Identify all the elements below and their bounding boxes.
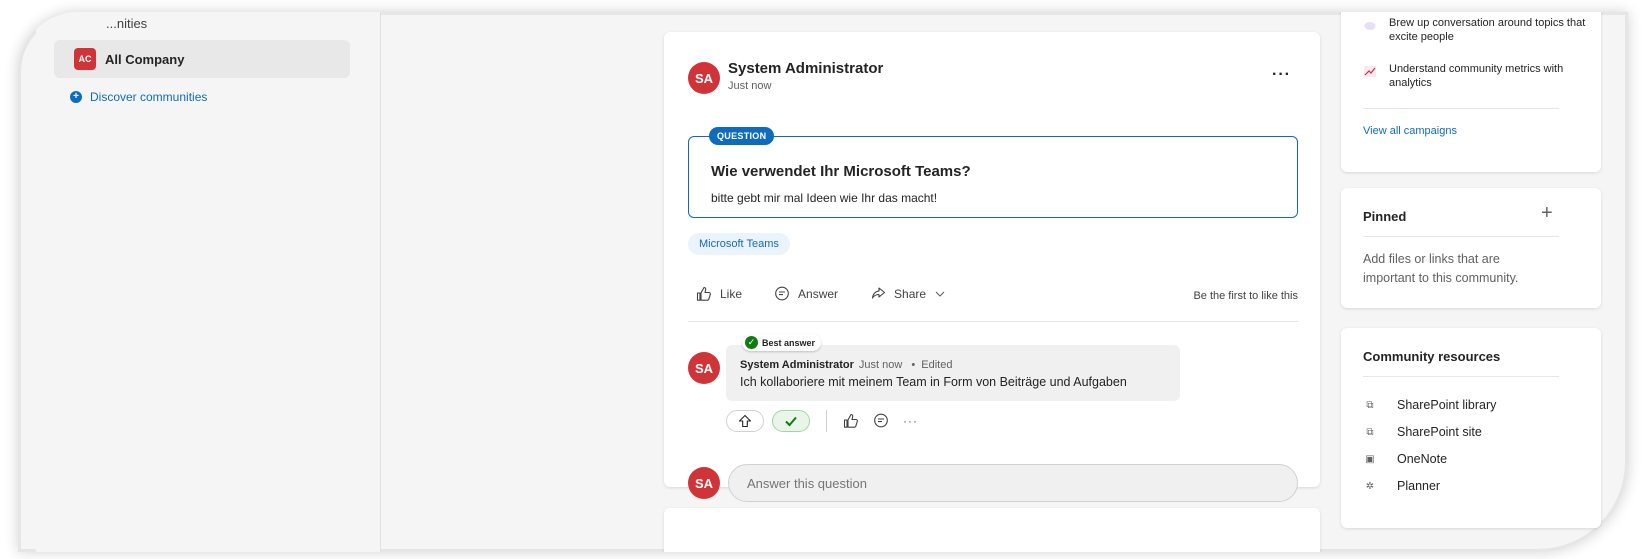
community-name: All Company	[105, 51, 185, 67]
resource-sharepoint-site[interactable]: ⧉ SharePoint site	[1363, 425, 1482, 439]
topic-tag[interactable]: Microsoft Teams	[688, 233, 790, 255]
share-label: Share	[894, 287, 927, 301]
community-avatar: AC	[74, 48, 96, 70]
answer-input[interactable]	[728, 464, 1298, 502]
community-resources-panel: Community resources ⧉ SharePoint library…	[1341, 328, 1601, 528]
app-screen: ...nities AC All Company + Discover comm…	[18, 12, 1628, 552]
like-button[interactable]: Like	[696, 286, 742, 302]
resource-label: SharePoint library	[1397, 398, 1497, 412]
resource-label: Planner	[1397, 479, 1441, 493]
reply-text: Ich kollaboriere mit meinem Team in Form…	[740, 375, 1127, 389]
reply-like-button[interactable]	[843, 413, 859, 429]
question-title: Wie verwendet Ihr Microsoft Teams?	[711, 163, 971, 180]
campaign-text: Brew up conversation around topics that …	[1389, 17, 1586, 43]
post-timestamp: Just now	[728, 80, 772, 92]
resource-onenote[interactable]: ▣ OneNote	[1363, 452, 1447, 466]
reply-meta: System Administrator Just now • Edited	[740, 359, 952, 371]
communities-heading: ...nities	[106, 16, 148, 31]
check-circle-icon: ✓	[745, 336, 758, 349]
community-item-all-company[interactable]: AC All Company	[54, 40, 350, 78]
question-post-card: SA System Administrator Just now ··· QUE…	[664, 32, 1320, 502]
divider	[1363, 236, 1559, 237]
thumbs-up-icon	[696, 286, 711, 301]
plus-circle-icon: +	[70, 91, 82, 103]
analytics-icon	[1363, 64, 1377, 78]
best-answer-label: Best answer	[762, 337, 816, 348]
resource-sharepoint-library[interactable]: ⧉ SharePoint library	[1363, 398, 1496, 412]
reply-avatar[interactable]: SA	[688, 352, 720, 384]
campaign-item: Understand community metrics with analyt…	[1363, 62, 1601, 90]
answer-button[interactable]: Answer	[774, 286, 838, 302]
app-frame: ...nities AC All Company + Discover comm…	[0, 0, 1647, 559]
resource-label: SharePoint site	[1397, 425, 1482, 439]
resources-title: Community resources	[1363, 349, 1501, 364]
more-options-icon[interactable]: ···	[1272, 66, 1291, 84]
view-all-campaigns-link[interactable]: View all campaigns	[1363, 125, 1457, 137]
divider	[688, 321, 1298, 322]
next-post-card	[664, 508, 1320, 552]
arrow-up-icon	[738, 414, 752, 428]
onenote-icon: ▣	[1365, 453, 1375, 465]
mark-best-answer-button[interactable]	[772, 410, 810, 432]
reply-comment-button[interactable]	[873, 413, 889, 429]
chevron-down-icon	[935, 291, 945, 297]
discover-communities-link[interactable]: + Discover communities	[70, 90, 207, 104]
comment-icon	[874, 413, 888, 428]
pinned-panel: Pinned + Add files or links that are imp…	[1341, 188, 1601, 308]
post-actions: Like Answer Share	[696, 286, 978, 302]
sharepoint-icon: ⧉	[1366, 426, 1374, 438]
share-button[interactable]: Share	[870, 286, 946, 302]
best-answer-badge: ✓ Best answer	[742, 334, 822, 351]
campaign-item: Brew up conversation around topics that …	[1363, 16, 1601, 44]
bubble-icon	[1363, 18, 1377, 32]
avatar[interactable]: SA	[688, 62, 720, 94]
add-pinned-button[interactable]: +	[1541, 202, 1553, 225]
reply-author[interactable]: System Administrator	[740, 359, 854, 371]
pinned-title: Pinned	[1363, 209, 1407, 224]
answer-label: Answer	[798, 287, 839, 301]
question-badge: QUESTION	[709, 127, 775, 145]
resource-label: OneNote	[1397, 452, 1448, 466]
question-box: QUESTION Wie verwendet Ihr Microsoft Tea…	[688, 127, 1298, 218]
campaigns-panel: Brew up conversation around topics that …	[1341, 12, 1601, 172]
divider	[1363, 376, 1559, 377]
meta-separator: •	[911, 359, 916, 371]
thumbs-up-icon	[843, 413, 858, 428]
share-icon	[871, 287, 886, 299]
reply-timestamp: Just now	[858, 359, 903, 371]
planner-icon: ✲	[1365, 480, 1375, 492]
upvote-button[interactable]	[726, 410, 764, 432]
comment-icon	[775, 286, 789, 301]
divider	[826, 410, 827, 432]
resource-planner[interactable]: ✲ Planner	[1363, 479, 1440, 493]
left-nav: ...nities AC All Company + Discover comm…	[36, 12, 381, 552]
checkmark-icon	[785, 416, 797, 427]
reply-more-button[interactable]: ···	[903, 414, 918, 428]
divider	[1363, 108, 1559, 109]
sharepoint-icon: ⧉	[1366, 399, 1374, 411]
reply-actions: ···	[726, 410, 918, 432]
campaign-text: Understand community metrics with analyt…	[1389, 63, 1564, 89]
post-author[interactable]: System Administrator	[728, 60, 883, 77]
discover-label: Discover communities	[90, 90, 208, 104]
question-body: bitte gebt mir mal Ideen wie Ihr das mac…	[711, 191, 938, 205]
edited-label: Edited	[921, 359, 953, 371]
best-answer-reply: System Administrator Just now • Edited Ich…	[726, 345, 1180, 401]
like-status: Be the first to like this	[1193, 290, 1298, 302]
current-user-avatar: SA	[688, 467, 720, 499]
like-label: Like	[720, 287, 743, 301]
pinned-description: Add files or links that are important to…	[1363, 252, 1519, 285]
